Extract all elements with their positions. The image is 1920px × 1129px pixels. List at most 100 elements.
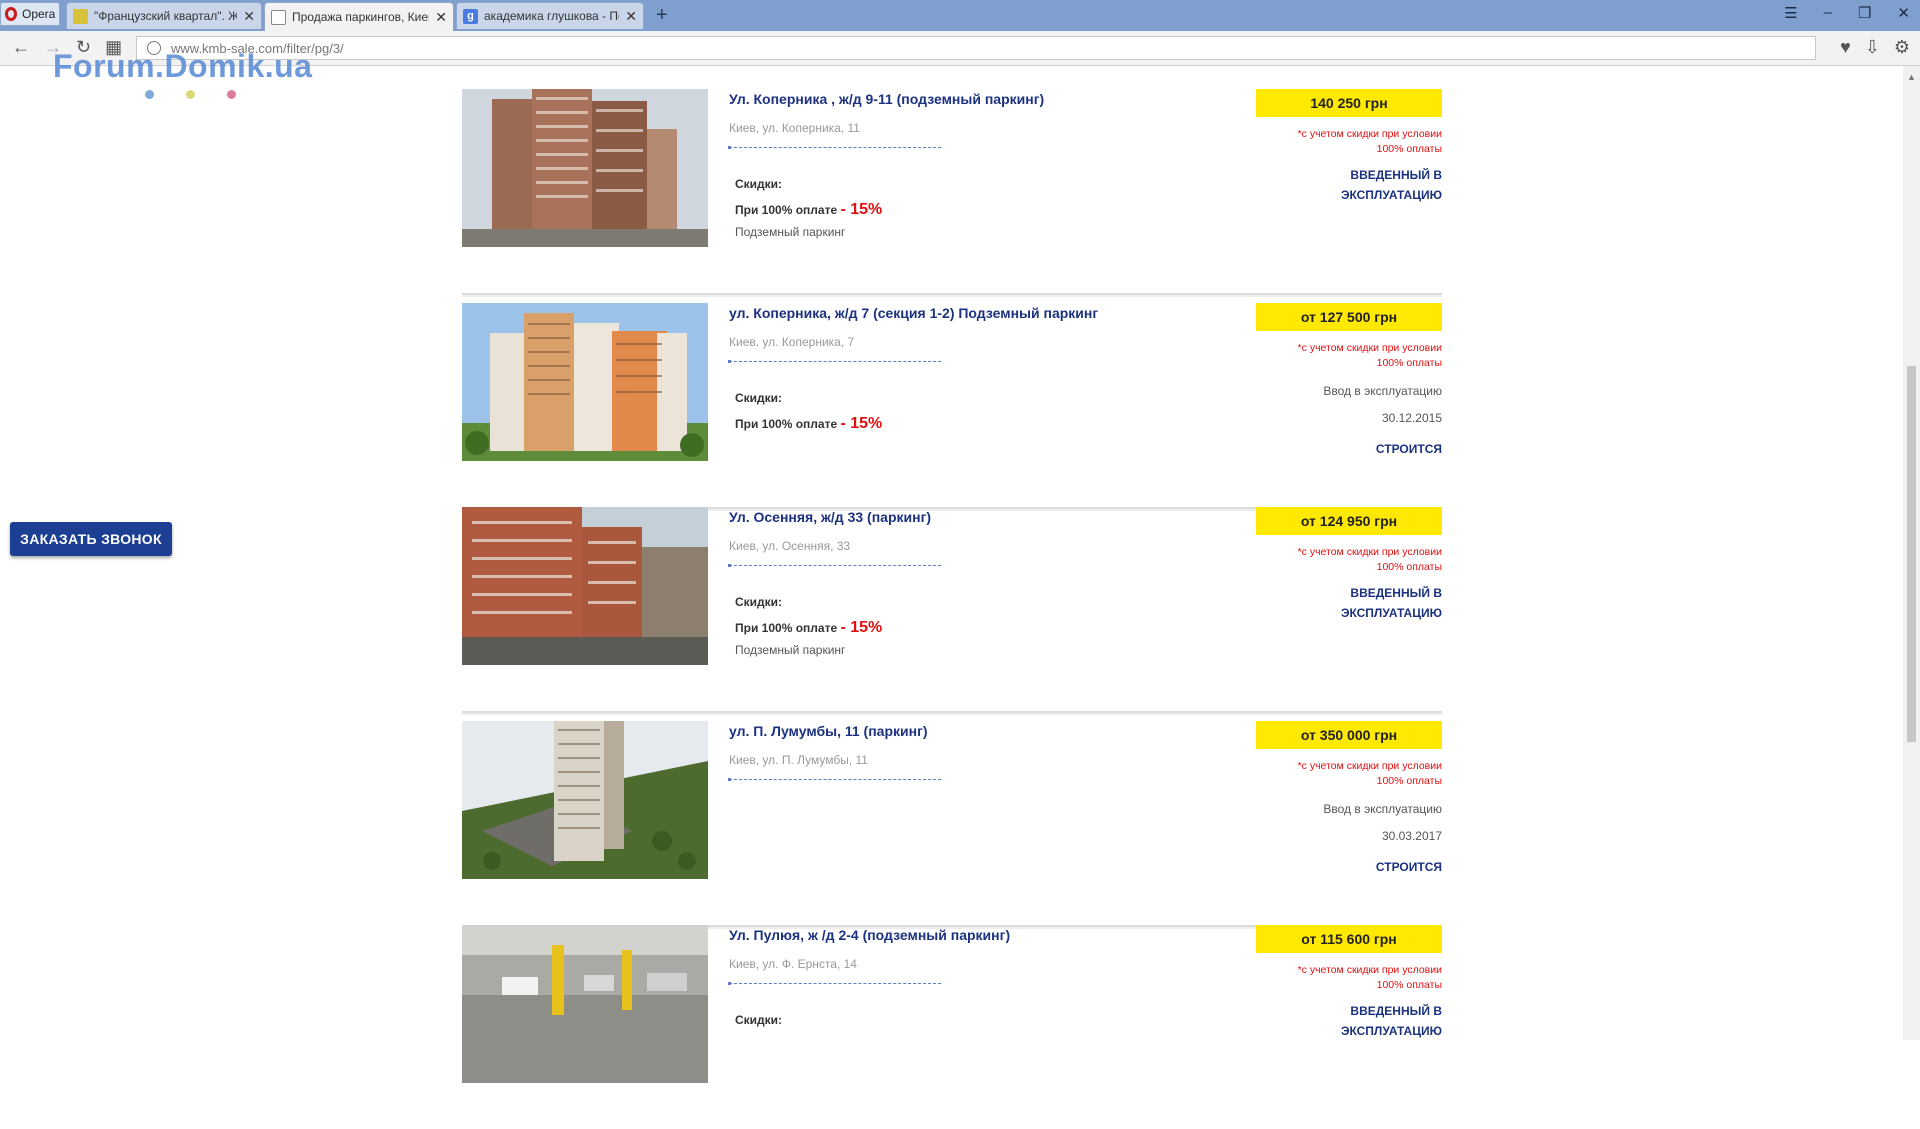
- close-tab-icon[interactable]: ✕: [435, 9, 447, 26]
- status-line: ЭКСПЛУАТАЦИЮ: [1340, 1024, 1442, 1038]
- price-badge: от 124 950 грн: [1256, 507, 1442, 535]
- tab-glushkova[interactable]: g академика глушкова - По ✕: [456, 2, 644, 29]
- listing-address: Киев, ул. П. Лумумбы, 11: [729, 753, 868, 767]
- order-callback-button[interactable]: ЗАКАЗАТЬ ЗВОНОК: [10, 522, 172, 556]
- dashed-divider: [728, 146, 941, 149]
- price-note: *с учетом скидки при условии 100% оплаты: [1256, 545, 1442, 575]
- price-note: *с учетом скидки при условии 100% оплаты: [1256, 127, 1442, 157]
- toolbar-right: ♥ ⇩ ⚙: [1840, 37, 1910, 58]
- status-line: ЭКСПЛУАТАЦИЮ: [1340, 606, 1442, 620]
- price-note-line: *с учетом скидки при условии: [1297, 760, 1442, 772]
- price-badge: от 115 600 грн: [1256, 925, 1442, 953]
- extensions-icon[interactable]: ⚙: [1894, 37, 1910, 58]
- download-icon[interactable]: ⇩: [1865, 37, 1880, 58]
- price-column: от 350 000 грн *с учетом скидки при усло…: [1256, 721, 1442, 874]
- discount-condition: При 100% оплате: [735, 417, 838, 431]
- listing-title-link[interactable]: ул. Коперника, ж/д 7 (секция 1-2) Подзем…: [729, 305, 1199, 321]
- listing-info: ул. Коперника, ж/д 7 (секция 1-2) Подзем…: [728, 303, 1199, 433]
- price-note-line: 100% оплаты: [1376, 561, 1442, 573]
- price-badge: 140 250 грн: [1256, 89, 1442, 117]
- discounts-header: Скидки:: [735, 595, 783, 609]
- move-in-date: 30.03.2017: [1381, 829, 1442, 843]
- discount-value: - 15%: [840, 201, 883, 218]
- tab-french-quarter[interactable]: "Французский квартал". Ж ✕: [66, 2, 262, 29]
- listing-photo[interactable]: [462, 721, 708, 879]
- price-note-line: 100% оплаты: [1376, 979, 1442, 991]
- listing-item: ул. Коперника, ж/д 7 (секция 1-2) Подзем…: [462, 303, 1442, 509]
- discounts-header: Скидки:: [735, 391, 783, 405]
- close-window-icon[interactable]: ✕: [1897, 4, 1910, 22]
- listing-item: Ул. Пулюя, ж /д 2-4 (подземный паркинг) …: [462, 925, 1442, 1129]
- tab-menu-icon[interactable]: ☰: [1784, 4, 1797, 22]
- watermark-dot: [186, 90, 195, 99]
- listing-photo[interactable]: [462, 925, 708, 1083]
- tab-title: академика глушкова - По: [484, 9, 620, 23]
- status-line: ВВЕДЕННЫЙ В: [1350, 168, 1442, 182]
- listing-title-link[interactable]: Ул. Пулюя, ж /д 2-4 (подземный паркинг): [729, 927, 1199, 943]
- price-column: от 115 600 грн *с учетом скидки при усло…: [1256, 925, 1442, 1041]
- parking-type: Подземный паркинг: [735, 643, 846, 657]
- discounts-block: Скидки: При 100% оплате - 15% Подземный …: [729, 177, 1199, 239]
- listing-title-link[interactable]: Ул. Осенняя, ж/д 33 (паркинг): [729, 509, 1199, 525]
- price-note-line: *с учетом скидки при условии: [1297, 546, 1442, 558]
- listing-info: ул. П. Лумумбы, 11 (паркинг) Киев, ул. П…: [728, 721, 1199, 781]
- price-note: *с учетом скидки при условии 100% оплаты: [1256, 963, 1442, 993]
- status-commissioned: ВВЕДЕННЫЙ В ЭКСПЛУАТАЦИЮ: [1256, 165, 1442, 205]
- discount-line: При 100% оплате - 15%: [735, 201, 1199, 219]
- price-note-line: 100% оплаты: [1376, 775, 1442, 787]
- status-line: ВВЕДЕННЫЙ В: [1350, 1004, 1442, 1018]
- price-note: *с учетом скидки при условии 100% оплаты: [1256, 759, 1442, 789]
- dashed-divider: [728, 564, 941, 567]
- scroll-up-icon[interactable]: ▲: [1907, 72, 1916, 82]
- price-note-line: *с учетом скидки при условии: [1297, 342, 1442, 354]
- price-column: от 127 500 грн *с учетом скидки при усло…: [1256, 303, 1442, 456]
- discount-line: При 100% оплате - 15%: [735, 619, 1199, 637]
- price-note-line: 100% оплаты: [1376, 357, 1442, 369]
- close-tab-icon[interactable]: ✕: [625, 8, 637, 25]
- watermark-dot: [145, 90, 154, 99]
- tab-title: Продажа паркингов, Киев: [292, 10, 430, 24]
- move-in-label: Ввод в эксплуатацию: [1323, 802, 1442, 816]
- url-input[interactable]: www.kmb-sale.com/filter/pg/3/: [136, 36, 1816, 60]
- listing-item: Ул. Коперника , ж/д 9-11 (подземный парк…: [462, 89, 1442, 295]
- move-in-date: 30.12.2015: [1381, 411, 1442, 425]
- listing-photo[interactable]: [462, 89, 708, 247]
- listing-title-link[interactable]: Ул. Коперника , ж/д 9-11 (подземный парк…: [729, 91, 1199, 107]
- status-line: ВВЕДЕННЫЙ В: [1350, 586, 1442, 600]
- discounts-header: Скидки:: [735, 1013, 783, 1027]
- watermark-dot: [227, 90, 236, 99]
- status-under-construction: СТРОИТСЯ: [1375, 442, 1442, 456]
- tab-parking-sale[interactable]: Продажа паркингов, Киев ✕: [264, 2, 454, 31]
- listing-address: Киев, ул. Осенняя, 33: [729, 539, 851, 553]
- scrollbar-thumb[interactable]: [1907, 366, 1916, 742]
- back-icon[interactable]: ←: [12, 37, 30, 58]
- watermark-dots: [145, 90, 236, 99]
- bookmark-heart-icon[interactable]: ♥: [1840, 37, 1851, 58]
- listing-photo[interactable]: [462, 507, 708, 665]
- move-in-label: Ввод в эксплуатацию: [1323, 384, 1442, 398]
- listing-title-link[interactable]: ул. П. Лумумбы, 11 (паркинг): [729, 723, 1199, 739]
- minimize-icon[interactable]: –: [1824, 4, 1832, 22]
- discount-condition: При 100% оплате: [735, 621, 838, 635]
- status-commissioned: ВВЕДЕННЫЙ В ЭКСПЛУАТАЦИЮ: [1256, 583, 1442, 623]
- listing-info: Ул. Пулюя, ж /д 2-4 (подземный паркинг) …: [728, 925, 1199, 1027]
- opera-menu-button[interactable]: Opera: [0, 2, 60, 26]
- status-commissioned: ВВЕДЕННЫЙ В ЭКСПЛУАТАЦИЮ: [1256, 1001, 1442, 1041]
- price-column: 140 250 грн *с учетом скидки при условии…: [1256, 89, 1442, 205]
- discount-value: - 15%: [840, 415, 883, 432]
- new-tab-button[interactable]: +: [656, 4, 668, 27]
- discount-line: При 100% оплате - 15%: [735, 415, 1199, 433]
- discounts-header: Скидки:: [735, 177, 783, 191]
- page-scrollbar[interactable]: ▲: [1903, 66, 1920, 1040]
- forum-favicon-icon: [73, 8, 88, 24]
- restore-icon[interactable]: ❐: [1858, 4, 1871, 22]
- listing-photo[interactable]: [462, 303, 708, 461]
- tab-title: "Французский квартал". Ж: [94, 9, 238, 23]
- parking-type: Подземный паркинг: [735, 225, 846, 239]
- close-tab-icon[interactable]: ✕: [243, 8, 255, 25]
- discounts-block: Скидки: При 100% оплате - 15%: [729, 391, 1199, 433]
- listing-item: ул. П. Лумумбы, 11 (паркинг) Киев, ул. П…: [462, 721, 1442, 927]
- opera-logo-icon: [5, 7, 17, 21]
- listing-address: Киев, ул. Коперника, 11: [729, 121, 860, 135]
- price-note: *с учетом скидки при условии 100% оплаты: [1256, 341, 1442, 371]
